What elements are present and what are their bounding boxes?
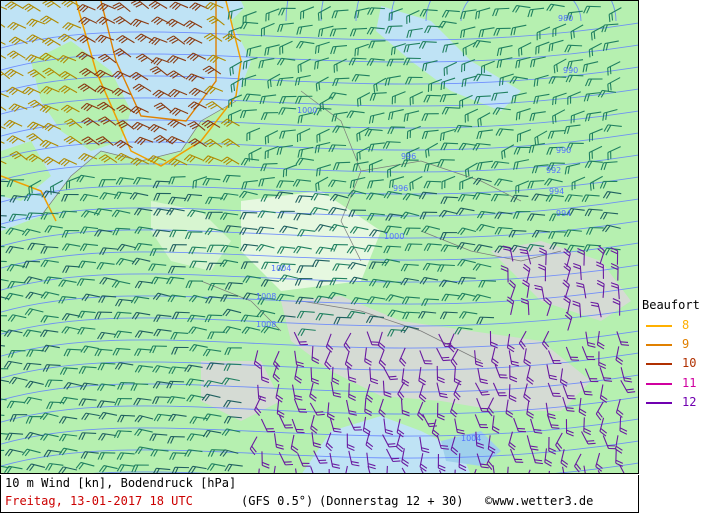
legend-swatch — [646, 325, 672, 327]
isobar-label: 1000 — [297, 106, 317, 115]
isobar-label: 996 — [401, 152, 416, 161]
wind-barb — [1, 69, 11, 80]
isobar-label: 1000 — [384, 232, 404, 241]
wind-barb — [131, 121, 151, 131]
parameter-label: 10 m Wind [kn], Bodendruck [hPa] — [5, 476, 237, 490]
wind-pressure-map: 1008 1008 1004 1000 1000 996 996 992 994 990 990 98… — [1, 1, 638, 473]
wind-barb — [166, 18, 185, 28]
legend-label: 12 — [682, 395, 697, 409]
copyright-link[interactable]: ©www.wetter3.de — [485, 494, 593, 508]
run-label: (Donnerstag 12 + 30) — [319, 494, 464, 508]
isobar-label: 990 — [556, 146, 571, 155]
wind-barb — [1, 18, 6, 28]
weather-map: 1008 1008 1004 1000 1000 996 996 992 994 990 990 98… — [0, 0, 639, 474]
wind-barb — [166, 35, 186, 45]
wind-barb — [187, 52, 207, 62]
wind-barb — [6, 50, 26, 59]
wind-barb — [153, 102, 172, 113]
legend-item-9: 9 — [646, 337, 704, 351]
legend-swatch — [646, 402, 672, 404]
wind-barb — [132, 83, 152, 93]
wind-barb — [185, 73, 205, 82]
model-label: (GFS 0.5°) — [241, 494, 314, 508]
wind-barb — [148, 1, 168, 10]
wind-barb — [204, 85, 224, 95]
isobar-label: 1008 — [256, 320, 276, 329]
wind-barb — [4, 1, 24, 10]
legend-item-11: 11 — [646, 376, 704, 390]
legend-item-8: 8 — [646, 318, 704, 332]
wind-barb — [8, 36, 28, 46]
wind-barb — [130, 18, 150, 28]
wind-barb — [183, 36, 203, 46]
wind-barb — [22, 3, 41, 12]
isobar-label: 1004 — [461, 434, 481, 443]
wind-barb — [96, 2, 116, 12]
wind-barb — [113, 16, 132, 26]
isobar-label: 994 — [549, 187, 564, 196]
isobar-label: 992 — [546, 166, 561, 175]
isobar-label: 980 — [558, 14, 573, 23]
wind-barb — [42, 1, 61, 9]
map-caption: 10 m Wind [kn], Bodendruck [hPa] Freitag… — [0, 475, 639, 513]
wind-barb — [1, 214, 7, 217]
wind-barb — [147, 123, 167, 133]
wind-barb — [134, 33, 154, 43]
legend-item-12: 12 — [646, 395, 704, 409]
isobar-label: 1004 — [271, 264, 291, 273]
wind-barb — [4, 68, 24, 78]
legend-swatch — [646, 344, 672, 346]
wind-barb — [187, 101, 207, 110]
wind-barb — [1, 3, 8, 10]
wind-barb — [152, 89, 172, 99]
wind-barb — [1, 91, 9, 100]
legend-swatch — [646, 363, 672, 365]
wind-barb — [169, 107, 189, 116]
wind-barb — [153, 134, 172, 144]
legend-label: 10 — [682, 356, 697, 370]
wind-barb — [189, 2, 209, 11]
wind-barb — [8, 103, 28, 112]
wind-barb — [130, 1, 150, 10]
wind-barb — [39, 15, 59, 24]
wind-barb — [229, 60, 243, 76]
valid-time: Freitag, 13-01-2017 18 UTC — [5, 494, 193, 508]
wind-barb — [150, 57, 170, 66]
isobar-label: 996 — [393, 184, 408, 193]
legend-label: 9 — [682, 337, 690, 351]
wind-barb — [204, 1, 224, 11]
legend-label: 8 — [682, 318, 690, 332]
wind-barb — [1, 37, 6, 45]
isobar-label: 1008 — [256, 292, 276, 301]
legend-title: Beaufort — [642, 298, 700, 312]
wind-barb — [1, 137, 5, 144]
wind-barb — [115, 35, 135, 44]
legend-swatch — [646, 383, 672, 385]
legend-label: 11 — [682, 376, 697, 390]
land-region — [31, 41, 131, 151]
wind-barb — [167, 55, 187, 64]
wind-barb — [169, 1, 189, 11]
wind-barb — [148, 36, 168, 46]
wind-barb — [129, 71, 149, 81]
wind-barb — [7, 21, 27, 31]
wind-barb — [149, 66, 168, 76]
wind-barb — [62, 22, 82, 31]
legend-item-10: 10 — [646, 356, 704, 370]
wind-barb — [135, 53, 155, 63]
isobar-label: 990 — [563, 66, 578, 75]
wind-barb — [151, 16, 171, 25]
isobar-label: 994 — [556, 209, 571, 218]
wind-barb — [1, 50, 7, 59]
wind-barb — [168, 88, 188, 98]
wind-barb — [112, 2, 131, 13]
wind-barb — [26, 18, 46, 28]
wind-barb — [3, 119, 23, 129]
wind-barb — [183, 20, 203, 29]
